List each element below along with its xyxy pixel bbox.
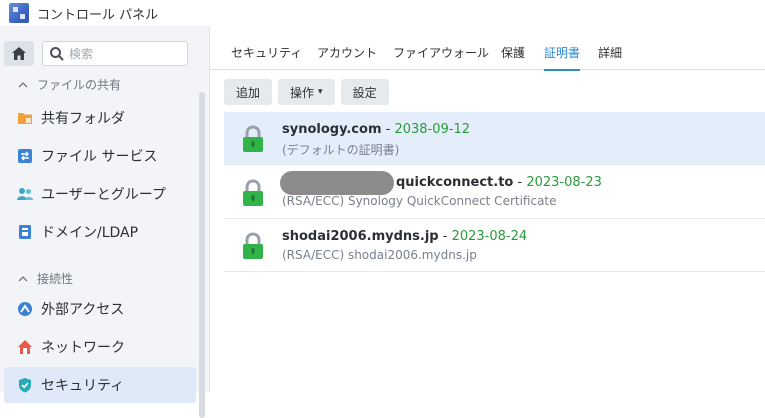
expiry-date: 2023-08-24 (451, 229, 528, 244)
tab-firewall[interactable]: ファイアウォール (393, 44, 489, 69)
add-button-label: 追加 (236, 85, 261, 100)
add-button[interactable]: 追加 (224, 79, 273, 105)
toolbar: 追加 操作 ▾ 設定 (224, 79, 395, 105)
tab-account[interactable]: アカウント (317, 44, 377, 69)
certificate-row[interactable]: quickconnect.to - 2023-08-23 (RSA/ECC) S… (224, 165, 765, 219)
search-box[interactable] (42, 41, 188, 66)
certificate-domain: shodai2006.mydns.jp (282, 229, 439, 244)
chevron-up-icon (18, 81, 28, 87)
tab-security[interactable]: セキュリティ (231, 44, 302, 69)
separator: - (438, 229, 452, 244)
tab-bar: セキュリティ アカウント ファイアウォール 保護 証明書 詳細 (209, 38, 765, 71)
certificate-description: (RSA/ECC) shodai2006.mydns.jp (282, 248, 477, 262)
sidebar-item-users-groups[interactable]: ユーザーとグループ (4, 176, 196, 212)
redaction-mark (280, 171, 394, 195)
sidebar-item-security[interactable]: セキュリティ (4, 367, 196, 403)
sidebar-scrollbar[interactable] (199, 92, 205, 418)
certificate-domain: synology.com (282, 122, 382, 137)
shared-folder-icon (18, 113, 32, 124)
expiry-date: 2038-09-12 (394, 122, 471, 137)
settings-button[interactable]: 設定 (340, 79, 389, 105)
section-connectivity[interactable]: 接続性 (18, 270, 73, 287)
sidebar-item-shared-folder[interactable]: 共有フォルダ (4, 100, 196, 136)
domain-ldap-icon (19, 225, 31, 239)
title-bar: コントロール パネル (0, 0, 765, 26)
tab-protection[interactable]: 保護 (501, 44, 525, 69)
caret-down-icon: ▾ (318, 87, 323, 97)
sidebar: ファイルの共有 共有フォルダ ファイル サービス ユーザーとグループ ドメイン/… (0, 26, 210, 418)
certificate-title: shodai2006.mydns.jp - 2023-08-24 (282, 229, 527, 244)
home-button[interactable] (4, 41, 34, 66)
control-panel-icon (9, 3, 29, 23)
external-access-icon (18, 302, 32, 316)
network-icon (18, 340, 32, 354)
sidebar-item-label: ユーザーとグループ (41, 187, 166, 203)
sidebar-item-file-services[interactable]: ファイル サービス (4, 138, 196, 174)
certificate-title: synology.com - 2038-09-12 (282, 122, 470, 137)
action-dropdown-button[interactable]: 操作 ▾ (278, 79, 335, 105)
sidebar-item-network[interactable]: ネットワーク (4, 329, 196, 365)
settings-button-label: 設定 (352, 85, 377, 100)
separator: - (381, 122, 395, 137)
certificate-row[interactable]: synology.com - 2038-09-12 (デフォルトの証明書) (224, 112, 765, 165)
lock-icon (243, 125, 263, 152)
separator: - (513, 175, 527, 190)
section-label: ファイルの共有 (37, 78, 122, 92)
file-services-icon (18, 149, 32, 163)
home-icon (12, 47, 26, 60)
section-file-sharing[interactable]: ファイルの共有 (18, 76, 121, 93)
sidebar-item-label: セキュリティ (41, 378, 125, 394)
sidebar-top (4, 41, 188, 66)
search-icon (50, 46, 64, 61)
certificate-list: synology.com - 2038-09-12 (デフォルトの証明書) qu… (224, 112, 765, 272)
users-groups-icon (17, 188, 33, 200)
tab-certificate[interactable]: 証明書 (544, 44, 581, 71)
lock-icon (243, 179, 263, 206)
lock-icon (243, 232, 263, 259)
chevron-up-icon (18, 275, 28, 281)
action-button-label: 操作 (290, 85, 315, 100)
expiry-date: 2023-08-23 (526, 175, 602, 190)
certificate-title: quickconnect.to - 2023-08-23 (396, 175, 602, 190)
window-title: コントロール パネル (37, 7, 159, 23)
certificate-description: (RSA/ECC) Synology QuickConnect Certific… (282, 194, 557, 208)
sidebar-item-domain-ldap[interactable]: ドメイン/LDAP (4, 214, 196, 250)
certificate-domain: quickconnect.to (396, 175, 514, 190)
sidebar-item-label: ファイル サービス (41, 149, 158, 165)
sidebar-item-label: ドメイン/LDAP (41, 225, 139, 241)
sidebar-item-label: 外部アクセス (41, 302, 125, 318)
tab-advanced[interactable]: 詳細 (598, 44, 622, 69)
certificate-row[interactable]: shodai2006.mydns.jp - 2023-08-24 (RSA/EC… (224, 219, 765, 272)
search-input[interactable] (65, 46, 183, 61)
security-shield-icon (19, 378, 31, 393)
sidebar-item-label: ネットワーク (41, 340, 125, 356)
certificate-description: (デフォルトの証明書) (282, 143, 400, 157)
sidebar-item-label: 共有フォルダ (41, 111, 125, 127)
sidebar-item-external-access[interactable]: 外部アクセス (4, 291, 196, 327)
section-label: 接続性 (37, 272, 74, 286)
